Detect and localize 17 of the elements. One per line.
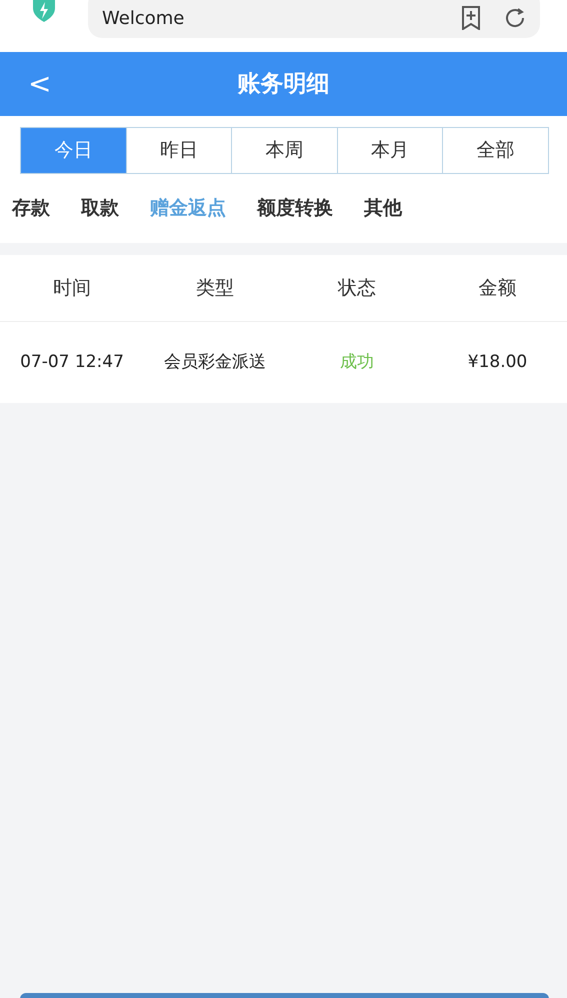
amount-cell: ¥18.00 [468, 352, 528, 372]
status-cell: 成功 [340, 352, 374, 372]
category-tab[interactable]: 额度转换 [257, 192, 333, 224]
page-title: 账务明细 [238, 70, 330, 99]
column-header: 类型 [196, 276, 234, 299]
column-header: 金额 [478, 276, 516, 299]
type-cell: 会员彩金派送 [164, 352, 266, 372]
category-tab[interactable]: 存款 [12, 192, 50, 224]
category-tab[interactable]: 取款 [81, 192, 119, 224]
column-header: 状态 [338, 276, 376, 299]
refresh-icon[interactable] [504, 7, 526, 29]
address-text: Welcome [102, 6, 186, 30]
column-header: 时间 [53, 276, 91, 299]
time-cell: 07-07 12:47 [20, 352, 124, 372]
address-bar[interactable]: Welcome [88, 0, 540, 38]
category-tab[interactable]: 其他 [364, 192, 402, 224]
bookmark-add-icon[interactable] [460, 6, 482, 30]
